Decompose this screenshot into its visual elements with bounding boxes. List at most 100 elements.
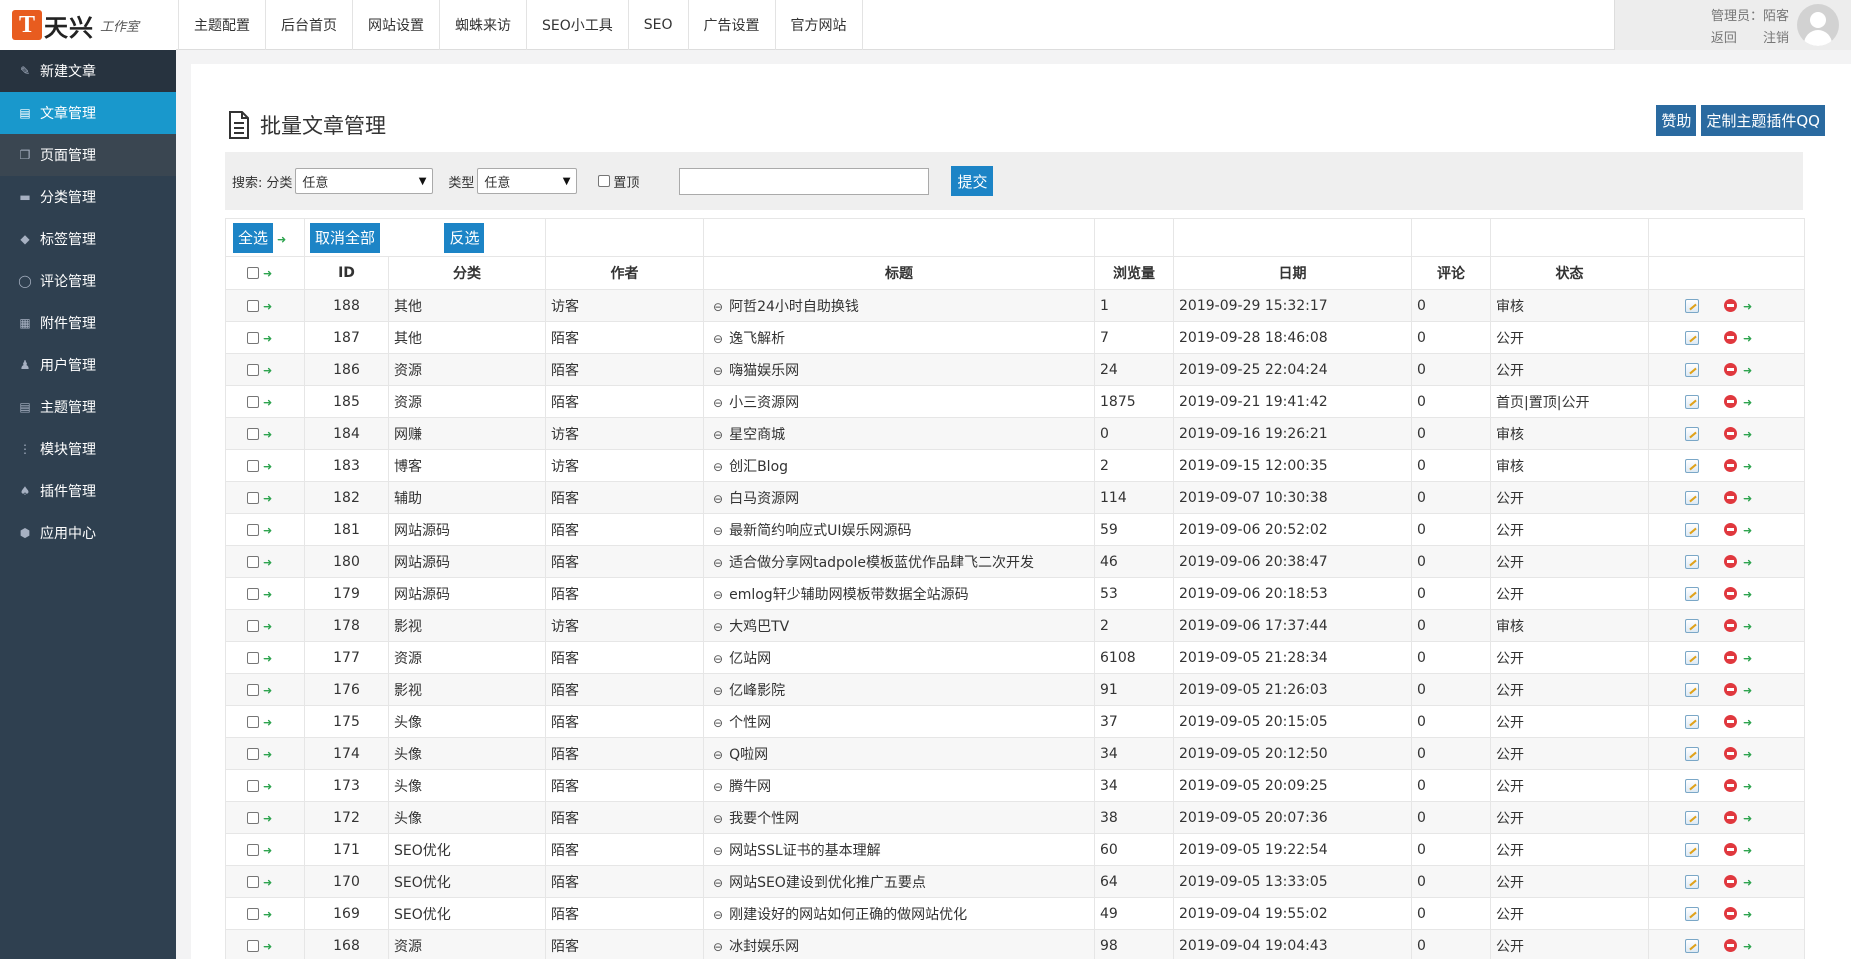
arrow-icon[interactable]: ➜	[1743, 716, 1752, 729]
sidebar-item[interactable]: ⋮ 模块管理	[0, 428, 176, 470]
sidebar-item[interactable]: ❐ 页面管理	[0, 134, 176, 176]
sidebar-item[interactable]: ⬢ 应用中心	[0, 512, 176, 554]
row-checkbox[interactable]	[247, 491, 259, 504]
topnav-item[interactable]: 蜘蛛来访	[440, 0, 527, 50]
row-checkbox[interactable]	[247, 747, 259, 760]
row-checkbox[interactable]	[247, 555, 259, 568]
article-title[interactable]: 适合做分享网tadpole模板蓝优作品肆飞二次开发	[729, 555, 1034, 571]
row-checkbox[interactable]	[247, 459, 259, 472]
article-title[interactable]: 最新简约响应式UI娱乐网源码	[729, 523, 911, 539]
arrow-icon[interactable]: ➜	[1743, 300, 1752, 313]
article-title[interactable]: 亿峰影院	[729, 683, 785, 699]
article-title[interactable]: 创汇Blog	[729, 459, 788, 475]
edit-icon[interactable]	[1685, 682, 1700, 697]
delete-icon[interactable]	[1724, 907, 1738, 920]
edit-icon[interactable]	[1685, 362, 1700, 377]
article-title[interactable]: 大鸡巴TV	[729, 619, 789, 635]
delete-icon[interactable]	[1724, 555, 1738, 568]
edit-icon[interactable]	[1685, 810, 1700, 825]
arrow-icon[interactable]: ➜	[1743, 940, 1752, 953]
delete-icon[interactable]	[1724, 683, 1738, 696]
logo[interactable]: T 天兴 工作室	[0, 0, 176, 50]
row-checkbox[interactable]	[247, 331, 259, 344]
edit-icon[interactable]	[1685, 298, 1700, 313]
sidebar-item[interactable]: ▤ 主题管理	[0, 386, 176, 428]
edit-icon[interactable]	[1685, 330, 1700, 345]
row-checkbox[interactable]	[247, 779, 259, 792]
sidebar-item[interactable]: ▦ 附件管理	[0, 302, 176, 344]
article-title[interactable]: 嗨猫娱乐网	[729, 363, 799, 379]
arrow-icon[interactable]: ➜	[1743, 908, 1752, 921]
article-title[interactable]: 逸飞解析	[729, 331, 785, 347]
arrow-icon[interactable]: ➜	[1743, 780, 1752, 793]
edit-icon[interactable]	[1685, 842, 1700, 857]
article-title[interactable]: 网站SEO建设到优化推广五要点	[729, 875, 926, 891]
article-title[interactable]: 白马资源网	[729, 491, 799, 507]
edit-icon[interactable]	[1685, 618, 1700, 633]
delete-icon[interactable]	[1724, 811, 1738, 824]
topnav-item[interactable]: 后台首页	[266, 0, 353, 50]
delete-icon[interactable]	[1724, 363, 1738, 376]
sidebar-item[interactable]: ✎ 新建文章	[0, 50, 176, 92]
row-checkbox[interactable]	[247, 299, 259, 312]
topnav-item[interactable]: 主题配置	[178, 0, 266, 50]
arrow-icon[interactable]: ➜	[1743, 396, 1752, 409]
row-checkbox[interactable]	[247, 875, 259, 888]
row-checkbox[interactable]	[247, 363, 259, 376]
delete-icon[interactable]	[1724, 587, 1738, 600]
row-checkbox[interactable]	[247, 939, 259, 952]
delete-icon[interactable]	[1724, 331, 1738, 344]
select-all-button[interactable]: 全选	[233, 222, 274, 253]
arrow-icon[interactable]: ➜	[1743, 460, 1752, 473]
invert-button[interactable]: 反选	[444, 222, 485, 253]
edit-icon[interactable]	[1685, 490, 1700, 505]
arrow-icon[interactable]: ➜	[1743, 620, 1752, 633]
article-title[interactable]: 亿站网	[729, 651, 771, 667]
sponsor-button[interactable]: 赞助	[1656, 105, 1697, 136]
edit-icon[interactable]	[1685, 586, 1700, 601]
row-checkbox[interactable]	[247, 811, 259, 824]
arrow-icon[interactable]: ➜	[1743, 588, 1752, 601]
submit-button[interactable]: 提交	[951, 166, 994, 196]
edit-icon[interactable]	[1685, 650, 1700, 665]
arrow-icon[interactable]: ➜	[1743, 428, 1752, 441]
row-checkbox[interactable]	[247, 683, 259, 696]
topnav-item[interactable]: 广告设置	[689, 0, 776, 50]
avatar[interactable]	[1797, 4, 1839, 46]
sidebar-item[interactable]: ◯ 评论管理	[0, 260, 176, 302]
custom-qq-button[interactable]: 定制主题插件QQ	[1701, 105, 1825, 136]
edit-icon[interactable]	[1685, 778, 1700, 793]
delete-icon[interactable]	[1724, 875, 1738, 888]
top-checkbox[interactable]	[598, 175, 611, 187]
sidebar-item[interactable]: ▬ 分类管理	[0, 176, 176, 218]
delete-icon[interactable]	[1724, 395, 1738, 408]
article-title[interactable]: 我要个性网	[729, 811, 799, 827]
arrow-icon[interactable]: ➜	[1743, 812, 1752, 825]
arrow-icon[interactable]: ➜	[1743, 332, 1752, 345]
row-checkbox[interactable]	[247, 651, 259, 664]
edit-icon[interactable]	[1685, 426, 1700, 441]
arrow-icon[interactable]: ➜	[1743, 524, 1752, 537]
edit-icon[interactable]	[1685, 906, 1700, 921]
arrow-icon[interactable]: ➜	[1743, 556, 1752, 569]
delete-icon[interactable]	[1724, 715, 1738, 728]
row-checkbox[interactable]	[247, 843, 259, 856]
delete-icon[interactable]	[1724, 427, 1738, 440]
arrow-icon[interactable]: ➜	[1743, 684, 1752, 697]
topnav-item[interactable]: 网站设置	[353, 0, 440, 50]
sidebar-item[interactable]: ♠ 插件管理	[0, 470, 176, 512]
topnav-item[interactable]: 官方网站	[776, 0, 863, 50]
delete-icon[interactable]	[1724, 651, 1738, 664]
sidebar-item[interactable]: ♟ 用户管理	[0, 344, 176, 386]
type-select[interactable]: 任意 ▼	[477, 168, 578, 194]
back-link[interactable]: 返回	[1711, 31, 1737, 46]
row-checkbox[interactable]	[247, 395, 259, 408]
delete-icon[interactable]	[1724, 619, 1738, 632]
delete-icon[interactable]	[1724, 523, 1738, 536]
row-checkbox[interactable]	[247, 715, 259, 728]
delete-icon[interactable]	[1724, 939, 1738, 952]
edit-icon[interactable]	[1685, 458, 1700, 473]
edit-icon[interactable]	[1685, 554, 1700, 569]
delete-icon[interactable]	[1724, 779, 1738, 792]
logout-link[interactable]: 注销	[1763, 31, 1789, 46]
